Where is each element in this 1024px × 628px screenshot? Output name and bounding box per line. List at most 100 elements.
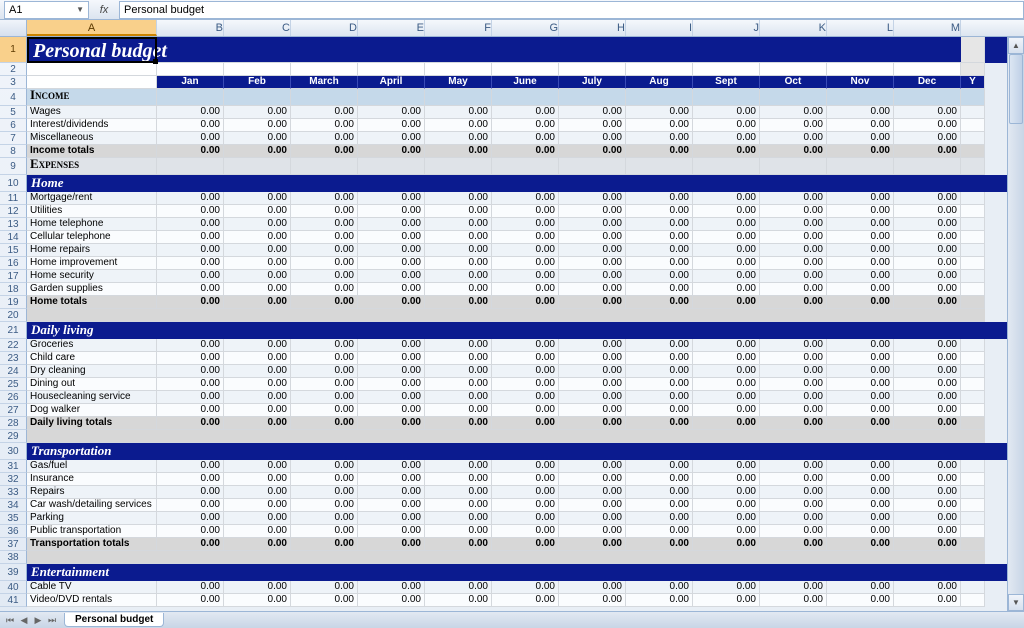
category-header[interactable]: Daily living (27, 322, 157, 339)
value-cell[interactable]: 0.00 (559, 404, 626, 417)
sheet-tab-active[interactable]: Personal budget (64, 613, 164, 627)
value-cell[interactable]: 0.00 (827, 145, 894, 158)
overflow-cell[interactable] (961, 89, 985, 106)
blank-cell[interactable] (492, 63, 559, 76)
overflow-cell[interactable] (961, 158, 985, 175)
value-cell[interactable]: 0.00 (760, 296, 827, 309)
value-cell[interactable]: 0.00 (894, 283, 961, 296)
value-cell[interactable]: 0.00 (894, 594, 961, 607)
value-cell[interactable]: 0.00 (358, 512, 425, 525)
value-cell[interactable]: 0.00 (760, 525, 827, 538)
blank-cell[interactable] (224, 551, 291, 564)
value-cell[interactable]: 0.00 (358, 339, 425, 352)
row-header-22[interactable]: 22 (0, 339, 27, 352)
expenses-header-cell[interactable] (492, 158, 559, 175)
value-cell[interactable]: 0.00 (626, 106, 693, 119)
value-cell[interactable]: 0.00 (760, 244, 827, 257)
value-cell[interactable]: 0.00 (559, 365, 626, 378)
category-header-cell[interactable] (492, 443, 559, 460)
row-header-2[interactable]: 2 (0, 63, 27, 76)
row-header-28[interactable]: 28 (0, 417, 27, 430)
value-cell[interactable]: 0.00 (559, 119, 626, 132)
income-header-cell[interactable] (291, 89, 358, 106)
overflow-cell[interactable] (961, 132, 985, 145)
category-header-cell[interactable] (492, 322, 559, 339)
value-cell[interactable]: 0.00 (760, 352, 827, 365)
value-cell[interactable]: 0.00 (291, 132, 358, 145)
value-cell[interactable]: 0.00 (693, 145, 760, 158)
category-header-cell[interactable] (291, 322, 358, 339)
value-cell[interactable]: 0.00 (291, 417, 358, 430)
value-cell[interactable]: 0.00 (760, 257, 827, 270)
blank-cell[interactable] (492, 430, 559, 443)
value-cell[interactable]: 0.00 (224, 132, 291, 145)
value-cell[interactable]: 0.00 (693, 525, 760, 538)
value-cell[interactable]: 0.00 (894, 231, 961, 244)
category-header-cell[interactable] (894, 564, 961, 581)
value-cell[interactable]: 0.00 (358, 296, 425, 309)
value-cell[interactable]: 0.00 (425, 257, 492, 270)
value-cell[interactable]: 0.00 (894, 132, 961, 145)
blank-cell[interactable] (157, 430, 224, 443)
category-header-cell[interactable] (894, 322, 961, 339)
value-cell[interactable]: 0.00 (827, 378, 894, 391)
value-cell[interactable]: 0.00 (224, 244, 291, 257)
category-header-cell[interactable] (760, 443, 827, 460)
blank-cell[interactable] (894, 551, 961, 564)
value-cell[interactable]: 0.00 (626, 352, 693, 365)
row-label[interactable]: Cable TV (27, 581, 157, 594)
value-cell[interactable]: 0.00 (358, 106, 425, 119)
category-header-cell[interactable] (425, 322, 492, 339)
value-cell[interactable]: 0.00 (894, 365, 961, 378)
value-cell[interactable]: 0.00 (559, 391, 626, 404)
category-header-cell[interactable] (157, 322, 224, 339)
overflow-cell[interactable] (961, 417, 985, 430)
overflow-cell[interactable] (961, 175, 985, 192)
row-label[interactable]: Dining out (27, 378, 157, 391)
value-cell[interactable]: 0.00 (693, 270, 760, 283)
value-cell[interactable]: 0.00 (827, 460, 894, 473)
value-cell[interactable]: 0.00 (894, 486, 961, 499)
blank-cell[interactable] (559, 309, 626, 322)
row-label[interactable]: Public transportation (27, 525, 157, 538)
value-cell[interactable]: 0.00 (358, 270, 425, 283)
value-cell[interactable]: 0.00 (291, 460, 358, 473)
overflow-cell[interactable] (961, 404, 985, 417)
row-header-41[interactable]: 41 (0, 594, 27, 607)
months-label-blank[interactable] (27, 76, 157, 89)
value-cell[interactable]: 0.00 (425, 339, 492, 352)
value-cell[interactable]: 0.00 (157, 512, 224, 525)
value-cell[interactable]: 0.00 (827, 192, 894, 205)
row-header-7[interactable]: 7 (0, 132, 27, 145)
value-cell[interactable]: 0.00 (894, 581, 961, 594)
overflow-cell[interactable] (961, 443, 985, 460)
value-cell[interactable]: 0.00 (291, 296, 358, 309)
row-header-16[interactable]: 16 (0, 257, 27, 270)
value-cell[interactable]: 0.00 (358, 365, 425, 378)
value-cell[interactable]: 0.00 (358, 538, 425, 551)
blank-cell[interactable] (425, 551, 492, 564)
col-header-H[interactable]: H (559, 20, 626, 36)
overflow-cell[interactable] (961, 378, 985, 391)
expenses-header[interactable]: Expenses (27, 158, 157, 175)
value-cell[interactable]: 0.00 (559, 132, 626, 145)
value-cell[interactable]: 0.00 (827, 473, 894, 486)
value-cell[interactable]: 0.00 (291, 473, 358, 486)
blank-cell[interactable] (693, 63, 760, 76)
value-cell[interactable]: 0.00 (492, 404, 559, 417)
value-cell[interactable]: 0.00 (760, 132, 827, 145)
cell-reference-input[interactable] (9, 4, 69, 16)
value-cell[interactable]: 0.00 (559, 205, 626, 218)
value-cell[interactable]: 0.00 (559, 594, 626, 607)
value-cell[interactable]: 0.00 (224, 378, 291, 391)
blank-cell[interactable] (291, 430, 358, 443)
value-cell[interactable]: 0.00 (827, 231, 894, 244)
expenses-header-cell[interactable] (291, 158, 358, 175)
value-cell[interactable]: 0.00 (425, 499, 492, 512)
value-cell[interactable]: 0.00 (693, 257, 760, 270)
value-cell[interactable]: 0.00 (693, 231, 760, 244)
month-header[interactable]: Sept (693, 76, 760, 89)
value-cell[interactable]: 0.00 (760, 218, 827, 231)
name-box-dropdown-icon[interactable]: ▼ (76, 5, 84, 14)
value-cell[interactable]: 0.00 (760, 231, 827, 244)
